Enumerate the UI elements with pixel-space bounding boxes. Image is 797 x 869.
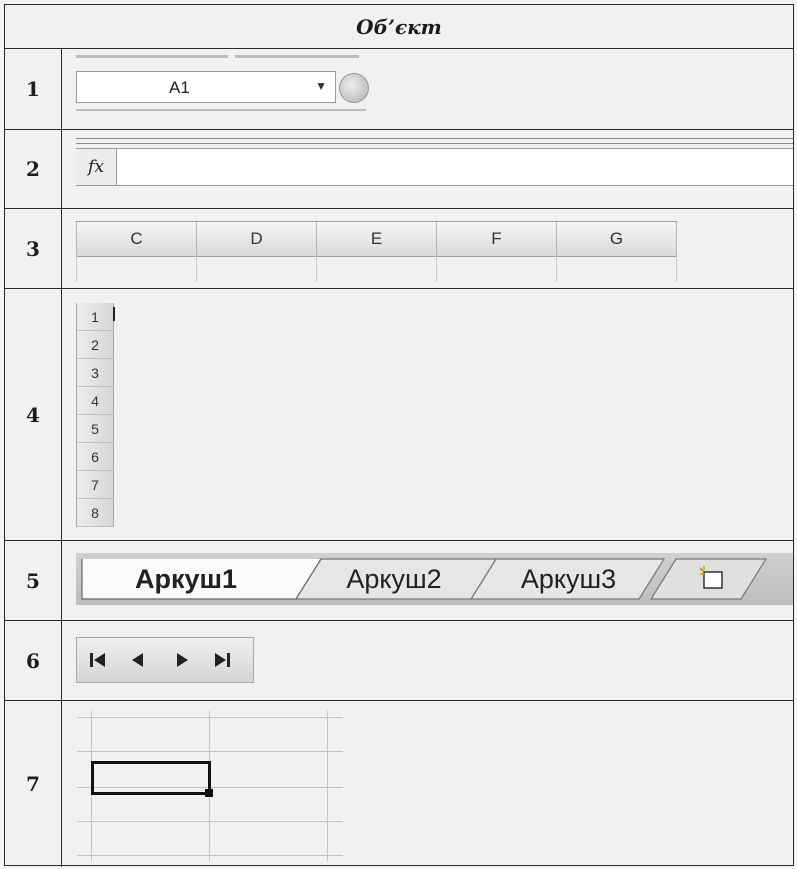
chevron-down-icon[interactable]: ▼ [315,79,327,93]
sheet-tab-active[interactable]: Аркуш1 [101,559,271,599]
fill-handle[interactable] [205,789,213,797]
row-header-5[interactable]: 5 [77,415,113,443]
row-header-4[interactable]: 4 [77,387,113,415]
row-header-7[interactable]: 7 [77,471,113,499]
row-number: 4 [5,289,62,540]
column-header-g[interactable]: G [557,222,677,256]
next-sheet-icon [177,653,188,667]
sheet-tab[interactable]: Аркуш3 [481,559,656,599]
table-header-row: Об’єкт [5,5,793,49]
row-header-8[interactable]: 8 [77,499,113,527]
fx-icon: fx [88,157,104,177]
row-object-cell: A1 ▼ [63,49,793,129]
first-sheet-button[interactable] [83,648,113,672]
sheet-tab[interactable]: Аркуш2 [304,559,484,599]
row-number: 5 [5,541,62,620]
table-row: 3 C D E F G [5,209,793,289]
row-object-cell [63,621,793,700]
column-gridlines [76,256,677,282]
name-box[interactable]: A1 ▼ [76,71,336,103]
name-box-value: A1 [169,78,190,97]
objects-table: Об’єкт 1 A1 ▼ 2 fx 3 C D E F G 4 1 2 3 4… [4,4,794,867]
row-header-6[interactable]: 6 [77,443,113,471]
table-row: 6 [5,621,793,701]
table-row: 7 [5,701,793,867]
row-header-2[interactable]: 2 [77,331,113,359]
column-header-bar: C D E F G [76,221,677,257]
insert-function-button[interactable]: fx [76,149,117,185]
table-row: 1 A1 ▼ [5,49,793,130]
insert-sheet-button[interactable] [676,559,746,599]
row-number: 7 [5,701,62,867]
column-header-c[interactable]: C [76,222,197,256]
row-header-bar: 1 2 3 4 5 6 7 8 [76,303,114,527]
last-sheet-icon [215,653,230,667]
row-object-cell: fx [63,130,793,208]
formula-bar[interactable]: fx [76,148,793,186]
first-sheet-icon [90,653,105,667]
row-header-3[interactable]: 3 [77,359,113,387]
row-number: 3 [5,209,62,288]
ribbon-strip [76,109,366,111]
row-object-cell: C D E F G [63,209,793,288]
table-row: 2 fx [5,130,793,209]
new-sheet-icon [699,566,723,589]
prev-sheet-icon [132,653,143,667]
cell-cursor-mark [113,307,115,321]
sheet-navigation [76,637,254,683]
table-row: 5 Аркуш1 Аркуш2 Аркуш3 [5,541,793,621]
next-sheet-button[interactable] [167,648,197,672]
row-object-cell: Аркуш1 Аркуш2 Аркуш3 [63,541,793,620]
column-header-e[interactable]: E [317,222,437,256]
column-header-f[interactable]: F [437,222,557,256]
formula-bar-edge [76,138,793,144]
sheet-tab-bar: Аркуш1 Аркуш2 Аркуш3 [76,553,793,605]
table-row: 4 1 2 3 4 5 6 7 8 [5,289,793,541]
table-header-label: Об’єкт [356,14,442,39]
row-object-cell: 1 2 3 4 5 6 7 8 [63,289,793,540]
column-header-d[interactable]: D [197,222,317,256]
row-number: 2 [5,130,62,208]
row-header-1[interactable]: 1 [77,303,113,331]
ribbon-strip [235,55,359,58]
row-number: 6 [5,621,62,700]
splitter-handle-icon[interactable] [339,73,369,103]
last-sheet-button[interactable] [207,648,237,672]
row-object-cell [63,701,793,867]
active-cell[interactable] [91,761,211,795]
ribbon-strip [76,55,228,58]
row-number: 1 [5,49,62,129]
worksheet-grid [77,711,343,861]
prev-sheet-button[interactable] [123,648,153,672]
